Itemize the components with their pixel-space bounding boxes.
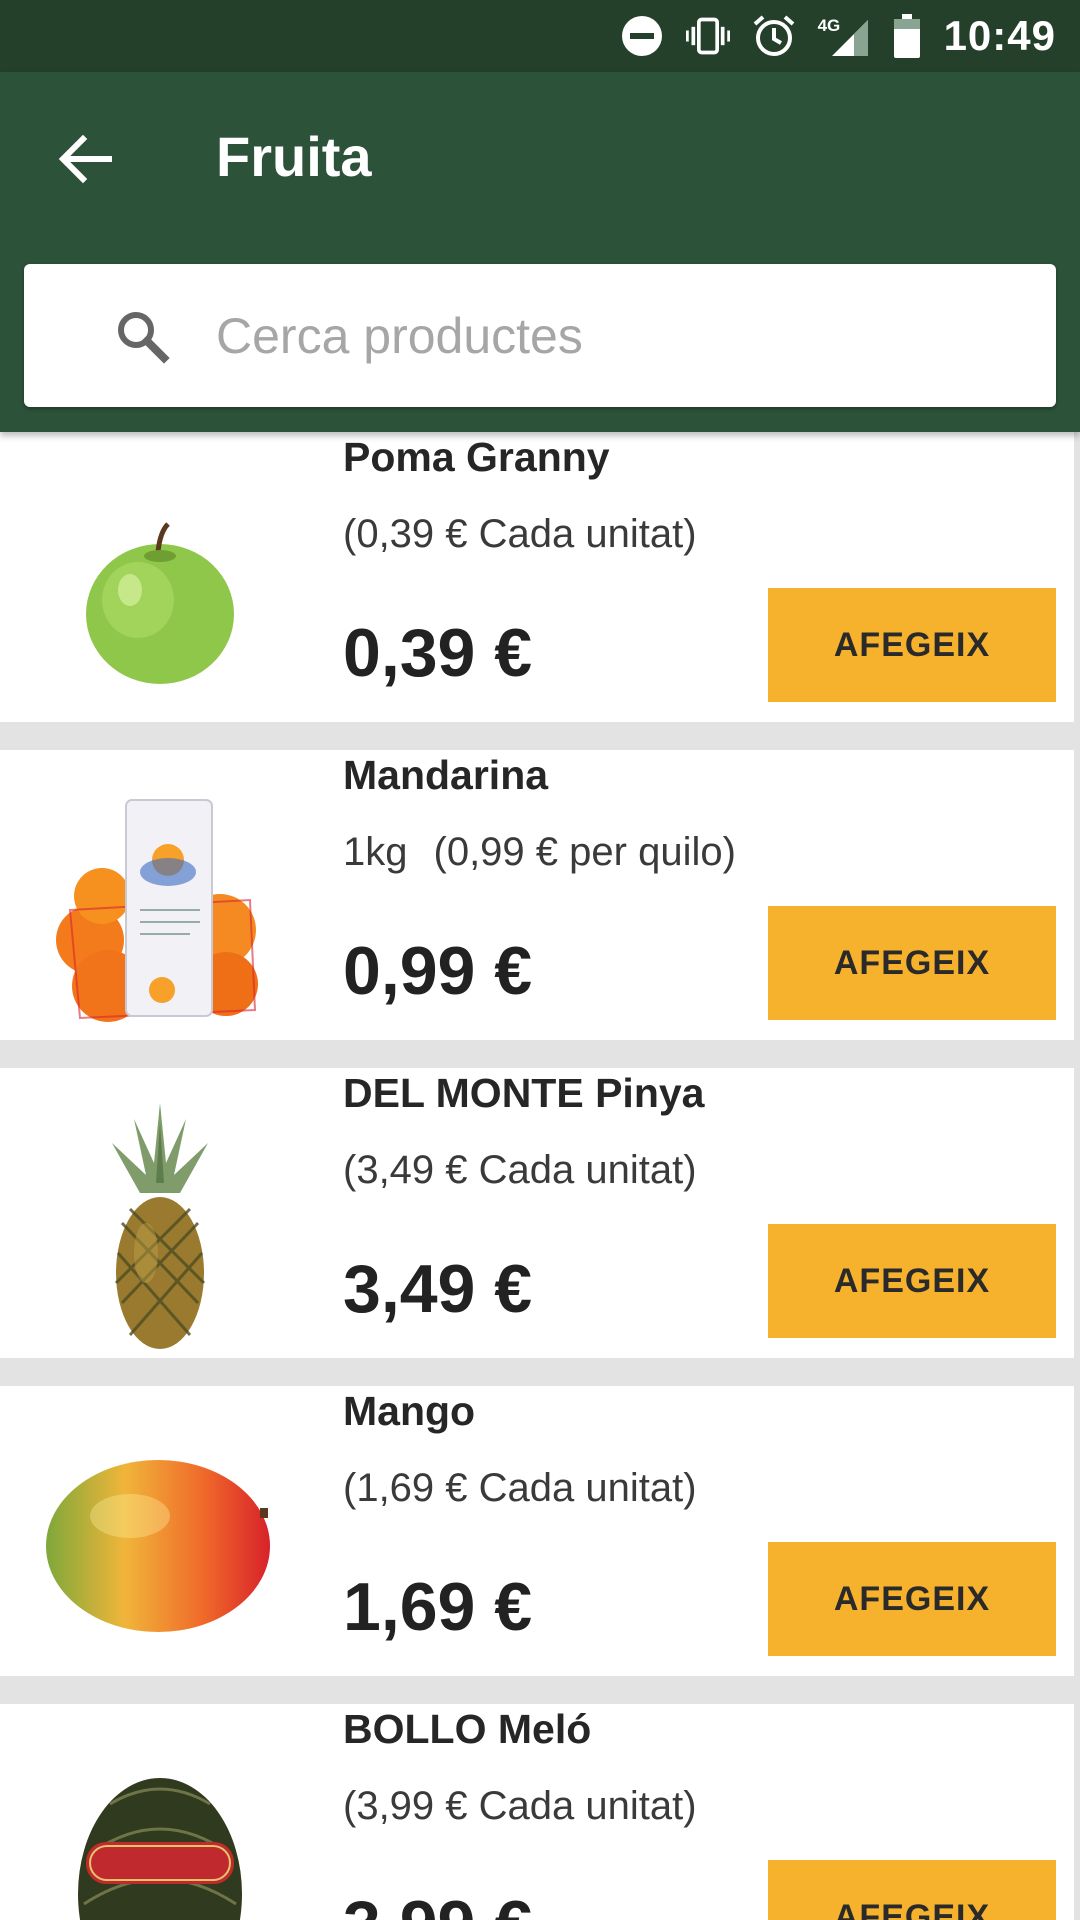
back-button[interactable]: [40, 114, 130, 204]
product-card[interactable]: BOLLO Meló (3,99 € Cada unitat) 3,99 € A…: [0, 1704, 1074, 1920]
product-list: Poma Granny (0,39 € Cada unitat) 0,39 € …: [0, 432, 1080, 1920]
add-button[interactable]: AFEGEIX: [768, 1542, 1056, 1656]
page-title: Fruita: [216, 125, 372, 188]
product-card[interactable]: Mandarina 1kg (0,99 € per quilo) 0,99 € A…: [0, 750, 1074, 1040]
vibrate-icon: [685, 14, 730, 58]
add-button[interactable]: AFEGEIX: [768, 1224, 1056, 1338]
add-button[interactable]: AFEGEIX: [768, 1860, 1056, 1920]
product-image-green-apple[interactable]: [40, 472, 280, 712]
product-price: 0,99 €: [343, 933, 533, 1009]
do-not-disturb-icon: [620, 14, 664, 58]
product-card[interactable]: DEL MONTE Pinya (3,49 € Cada unitat) 3,4…: [0, 1068, 1074, 1358]
status-bar: 4G 10:49: [0, 0, 1080, 72]
network-type-label: 4G: [817, 16, 841, 35]
product-name[interactable]: BOLLO Meló: [343, 1706, 591, 1753]
alarm-icon: [752, 14, 796, 58]
battery-icon: [892, 14, 922, 58]
product-name[interactable]: Mango: [343, 1388, 475, 1435]
clock: 10:49: [943, 12, 1056, 59]
product-image-pineapple[interactable]: [40, 1103, 280, 1349]
product-name[interactable]: DEL MONTE Pinya: [343, 1070, 704, 1117]
product-price: 1,69 €: [343, 1569, 533, 1645]
search-icon[interactable]: [112, 306, 172, 366]
signal-icon: 4G: [818, 14, 870, 58]
add-button[interactable]: AFEGEIX: [768, 906, 1056, 1020]
product-image-melon[interactable]: [40, 1744, 280, 1920]
arrow-back-icon: [58, 134, 112, 184]
product-price: 3,99 €: [343, 1886, 532, 1920]
product-name[interactable]: Poma Granny: [343, 434, 610, 481]
product-size: 1kg: [343, 830, 408, 874]
product-image-mandarin-bag[interactable]: [40, 790, 280, 1030]
product-price: 0,39 €: [343, 615, 533, 691]
app-bar: Fruita: [0, 72, 1080, 432]
add-button[interactable]: AFEGEIX: [768, 588, 1056, 702]
product-unit-price: (3,99 € Cada unitat): [343, 1784, 697, 1828]
search-bar[interactable]: [24, 264, 1056, 407]
product-unit-price: (3,49 € Cada unitat): [343, 1148, 697, 1192]
product-unit-price: (0,39 € Cada unitat): [343, 512, 697, 556]
product-card[interactable]: Mango (1,69 € Cada unitat) 1,69 € AFEGEI…: [0, 1386, 1074, 1676]
product-price: 3,49 €: [343, 1251, 533, 1327]
product-unit-price: (1,69 € Cada unitat): [343, 1466, 697, 1510]
product-unit-price: 1kg (0,99 € per quilo): [343, 830, 736, 874]
search-input[interactable]: [216, 292, 1016, 380]
product-card[interactable]: Poma Granny (0,39 € Cada unitat) 0,39 € …: [0, 432, 1074, 722]
product-image-mango[interactable]: [40, 1426, 280, 1666]
product-name[interactable]: Mandarina: [343, 752, 548, 799]
